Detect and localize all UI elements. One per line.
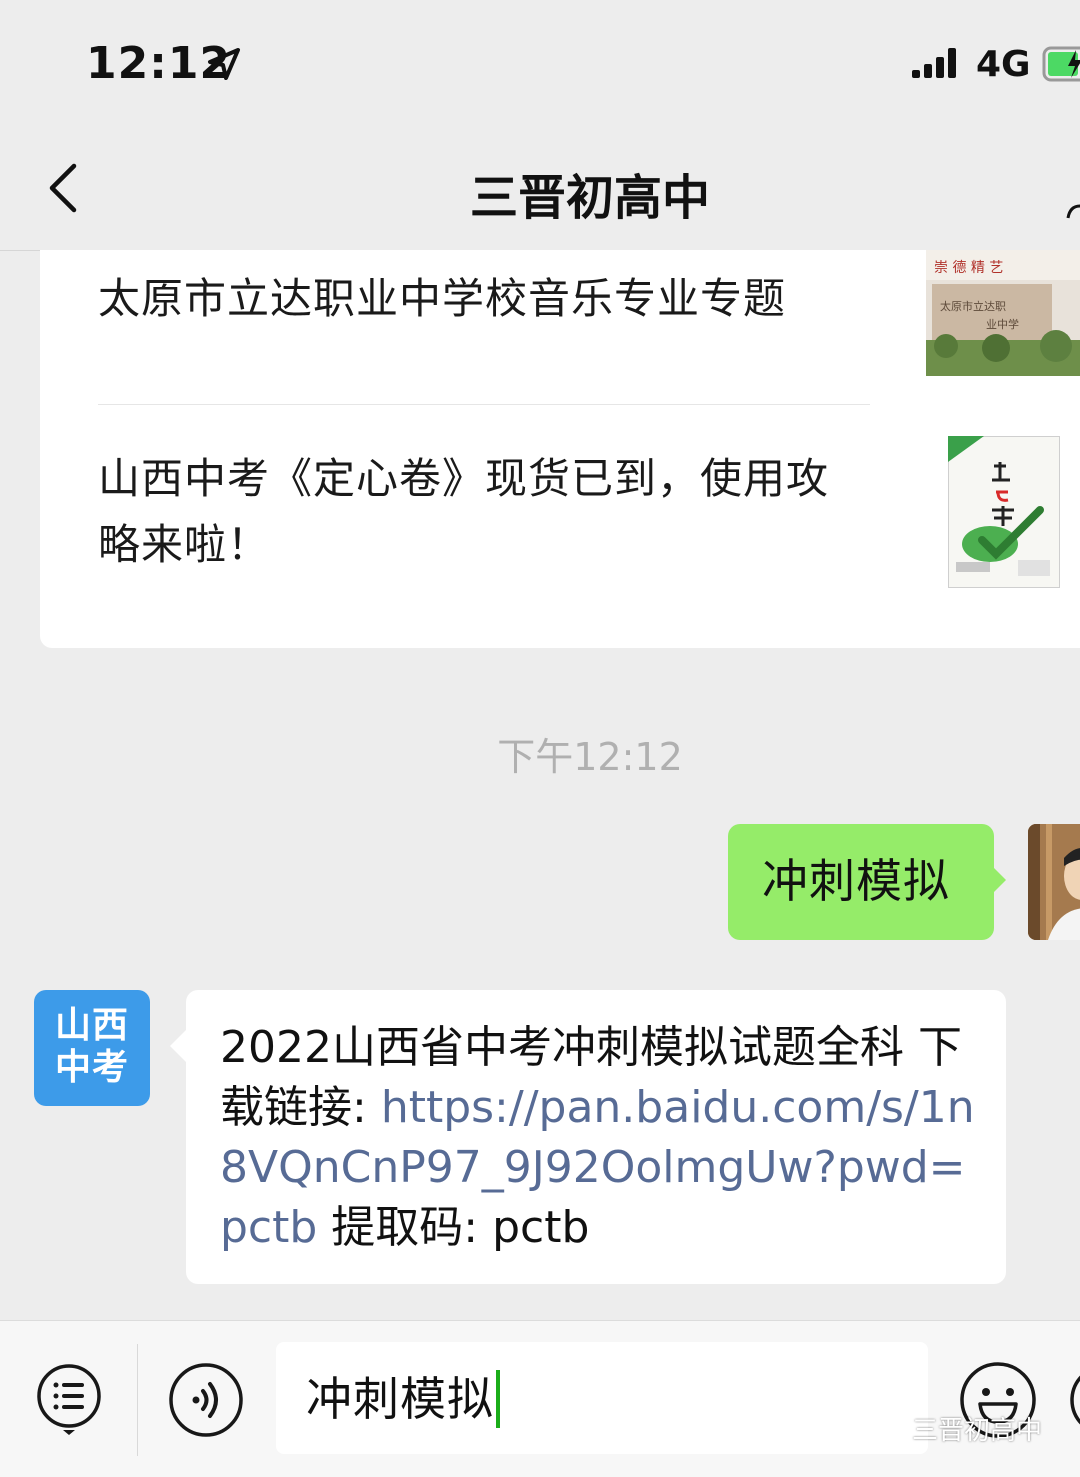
received-bubble-tail: [170, 1030, 186, 1062]
article-title[interactable]: 山西中考《定心卷》现货已到，使用攻略来啦！: [98, 446, 858, 578]
voice-icon[interactable]: [168, 1362, 244, 1438]
chat-title: 三晋初高中: [469, 170, 710, 226]
message-input-text: 冲刺模拟: [306, 1370, 500, 1428]
article-title[interactable]: 太原市立达职业中学校音乐专业专题: [98, 266, 858, 332]
article-divider: [98, 404, 870, 405]
message-input[interactable]: 冲刺模拟: [276, 1342, 928, 1454]
signal-bars-icon: [912, 48, 956, 78]
text-caret: [496, 1370, 500, 1428]
article-card[interactable]: 太原市立达职业中学校音乐专业专题 崇 德 精 艺 太原市立达职 业中学 山西中考…: [40, 250, 1080, 648]
battery-charging-icon: [1042, 46, 1080, 82]
watermark: 三晋初高中: [862, 1410, 1042, 1448]
plus-icon[interactable]: [1070, 1360, 1080, 1440]
toolbar-divider: [137, 1344, 138, 1456]
sent-bubble-tail: [990, 864, 1006, 896]
received-message-bubble[interactable]: 2022山西省中考冲刺模拟试题全科 下载链接: https://pan.baid…: [186, 990, 1006, 1284]
wechat-icon: [862, 1417, 904, 1446]
avatar-text-line: 山西: [54, 1005, 129, 1046]
message-timestamp: 下午12:12: [497, 735, 683, 779]
book-cover-thumbnail[interactable]: [948, 436, 1060, 588]
input-value: 冲刺模拟: [306, 1372, 494, 1426]
location-arrow-icon: [208, 48, 240, 80]
network-type: 4G: [976, 44, 1031, 85]
sent-message-text: 冲刺模拟: [762, 854, 950, 908]
user-avatar[interactable]: [1028, 824, 1080, 940]
watermark-text: 三晋初高中: [912, 1416, 1043, 1446]
received-message-text: 2022山西省中考冲刺模拟试题全科 下载链接: https://pan.baid…: [220, 1018, 990, 1258]
sent-message-bubble[interactable]: 冲刺模拟: [728, 824, 994, 940]
svg-text:业中学: 业中学: [986, 317, 1019, 331]
message-text: 提取码: pctb: [317, 1202, 590, 1253]
person-icon[interactable]: [1066, 190, 1080, 220]
avatar-text-line: 中考: [54, 1047, 129, 1088]
official-account-avatar[interactable]: 山西 中考: [34, 990, 150, 1106]
svg-text:崇 德 精 艺: 崇 德 精 艺: [934, 260, 1003, 276]
menu-list-icon[interactable]: [36, 1364, 102, 1436]
svg-text:太原市立达职: 太原市立达职: [940, 299, 1006, 313]
school-building-thumbnail[interactable]: 崇 德 精 艺 太原市立达职 业中学: [926, 250, 1080, 376]
